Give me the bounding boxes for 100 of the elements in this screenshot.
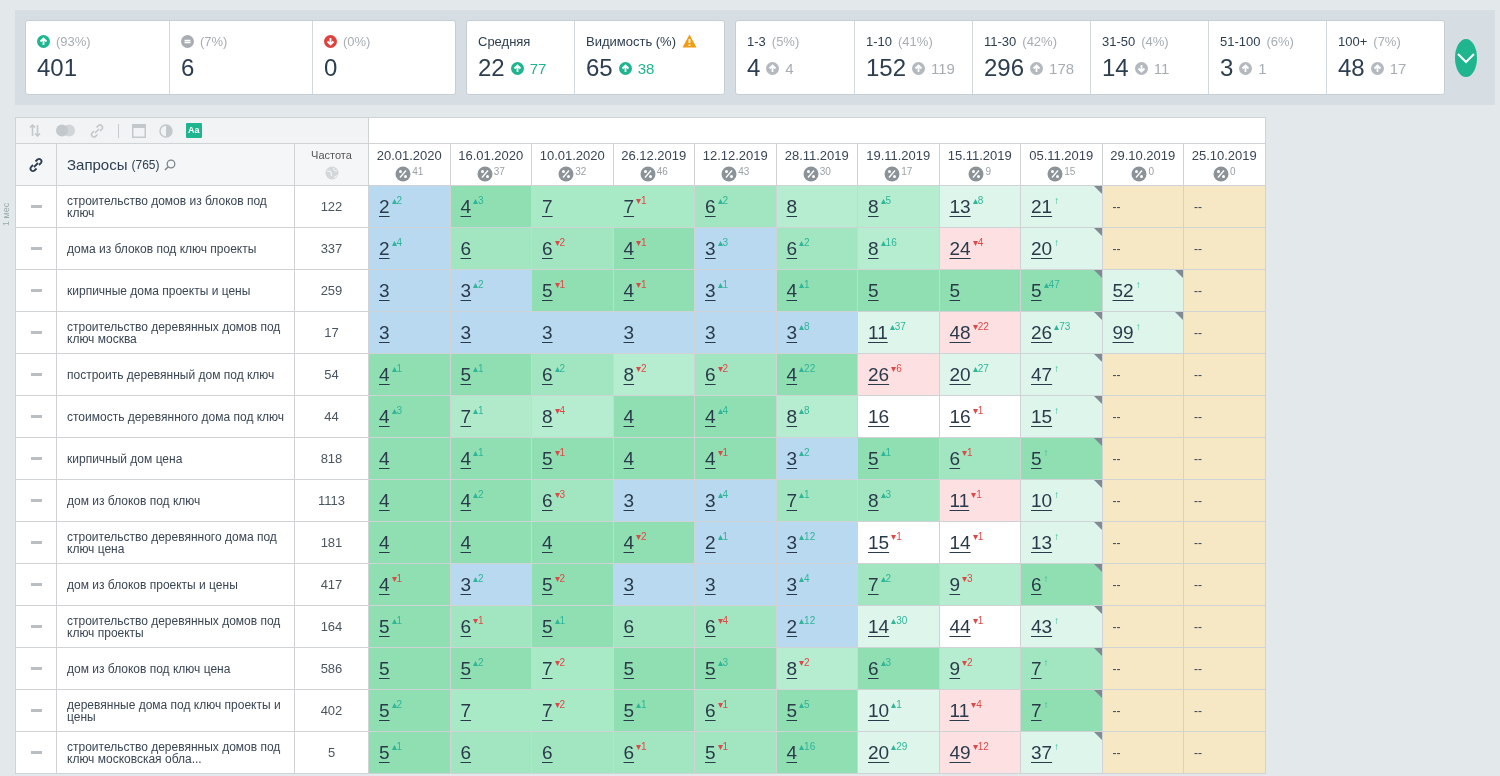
position-cell[interactable]: -- [1184,228,1266,270]
position-cell[interactable]: -- [1102,186,1184,228]
position-cell[interactable]: -- [1102,354,1184,396]
position-cell[interactable]: -- [1102,648,1184,690]
position-cell[interactable]: -- [1184,690,1266,732]
position-link[interactable]: 99 [1112,321,1134,344]
position-link[interactable]: 4 [623,531,635,554]
position-link[interactable]: 7 [868,573,879,596]
position-cell[interactable]: 8 [776,186,858,228]
position-link[interactable]: 8 [542,405,553,428]
position-cell[interactable]: 7 [532,186,614,228]
position-link[interactable]: 3 [786,321,798,344]
window-icon[interactable] [132,123,146,138]
minus-icon[interactable] [30,205,42,208]
position-cell[interactable]: -- [1102,480,1184,522]
position-cell[interactable]: -- [1184,396,1266,438]
position-link[interactable]: 3 [705,237,716,260]
position-link[interactable]: 9 [949,573,961,596]
position-link[interactable]: 4 [786,363,798,386]
position-link[interactable]: 5 [1031,279,1042,302]
position-link[interactable]: 6 [705,363,716,386]
position-link[interactable]: 3 [379,279,390,302]
position-link[interactable]: 6 [949,447,961,470]
position-cell[interactable]: 3 [695,312,777,354]
position-link[interactable]: 5 [623,657,635,680]
position-cell[interactable]: -- [1184,312,1266,354]
position-link[interactable]: 11 [949,489,970,512]
position-cell[interactable]: 5 [858,270,940,312]
position-link[interactable]: 10 [1031,489,1053,512]
date-header[interactable]: 28.11.2019 [784,147,849,163]
position-link[interactable]: 6 [623,615,635,638]
position-cell[interactable]: -- [1184,270,1266,312]
position-link[interactable]: 7 [623,195,635,218]
position-cell[interactable]: 20↑ [1021,228,1103,270]
position-link[interactable]: 5 [1031,447,1042,470]
position-link[interactable]: 4 [623,447,635,470]
position-cell[interactable]: 4 [613,438,695,480]
position-link[interactable]: 4 [460,447,472,470]
date-header[interactable]: 26.12.2019 [621,147,687,163]
position-link[interactable]: 14 [868,615,890,638]
position-link[interactable]: 3 [623,489,635,512]
position-cell[interactable]: 6 [450,732,532,774]
position-link[interactable]: 5 [949,279,961,302]
position-link[interactable]: 49 [949,741,971,764]
position-link[interactable]: 8 [868,489,879,512]
minus-icon[interactable] [30,583,42,586]
position-link[interactable]: 8 [786,657,798,680]
position-cell[interactable]: 3 [613,312,695,354]
minus-icon[interactable] [30,541,42,544]
position-link[interactable]: 6 [542,489,553,512]
position-link[interactable]: 6 [1031,573,1042,596]
position-link[interactable]: 5 [623,699,635,722]
minus-icon[interactable] [30,415,42,418]
position-link[interactable]: 3 [786,447,798,470]
position-link[interactable]: 43 [1031,615,1053,638]
position-link[interactable]: 16 [949,405,971,428]
position-link[interactable]: 3 [705,321,716,344]
position-cell[interactable]: -- [1102,522,1184,564]
position-cell[interactable]: 10↑ [1021,480,1103,522]
position-link[interactable]: 3 [786,531,798,554]
position-link[interactable]: 3 [460,573,472,596]
position-link[interactable]: 4 [786,741,798,764]
position-link[interactable]: 4 [460,489,472,512]
position-link[interactable]: 8 [786,405,798,428]
position-cell[interactable]: 6 [613,606,695,648]
position-cell[interactable]: 99↑ [1102,312,1184,354]
position-link[interactable]: 6 [542,363,553,386]
position-cell[interactable]: -- [1184,186,1266,228]
position-link[interactable]: 4 [786,279,798,302]
date-header[interactable]: 12.12.2019 [702,147,768,163]
date-header[interactable]: 16.01.2020 [458,147,524,163]
position-link[interactable]: 6 [542,741,553,764]
position-link[interactable]: 5 [542,615,553,638]
minus-icon[interactable] [30,373,42,376]
position-cell[interactable]: 3 [369,312,451,354]
position-cell[interactable]: 6 [450,228,532,270]
position-link[interactable]: 7 [786,489,798,512]
position-cell[interactable]: -- [1184,564,1266,606]
position-link[interactable]: 15 [868,531,890,554]
position-link[interactable]: 20 [949,363,971,386]
position-link[interactable]: 6 [705,699,716,722]
position-cell[interactable]: 4 [369,522,451,564]
position-link[interactable]: 5 [379,741,390,764]
position-link[interactable]: 3 [460,279,472,302]
position-link[interactable]: 5 [868,279,879,302]
position-link[interactable]: 5 [460,363,472,386]
minus-icon[interactable] [30,625,42,628]
position-cell[interactable]: 5 [939,270,1021,312]
position-cell[interactable]: -- [1184,354,1266,396]
position-link[interactable]: 11 [868,321,888,344]
position-link[interactable]: 6 [868,657,879,680]
minus-icon[interactable] [30,289,42,292]
position-cell[interactable]: 6↑ [1021,564,1103,606]
position-link[interactable]: 26 [868,363,890,386]
minus-icon[interactable] [30,751,42,754]
position-link[interactable]: 7 [542,699,553,722]
position-link[interactable]: 26 [1031,321,1053,344]
date-header[interactable]: 05.11.2019 [1029,147,1094,163]
position-cell[interactable]: -- [1102,564,1184,606]
position-link[interactable]: 4 [379,489,390,512]
